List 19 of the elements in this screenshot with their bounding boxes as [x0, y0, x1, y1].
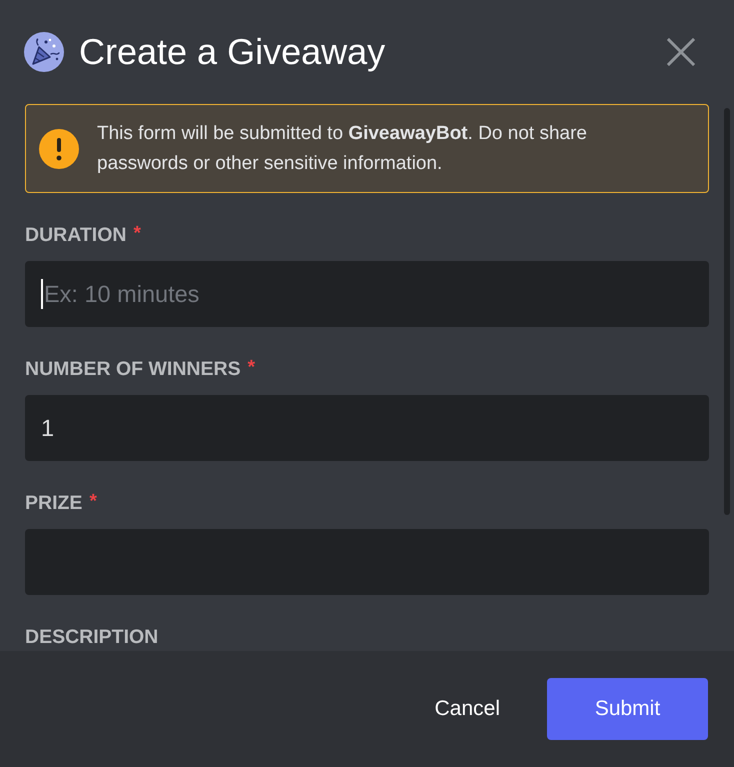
dialog-title: Create a Giveaway [79, 30, 386, 74]
text-field[interactable]: Ex: 10 minutes [25, 261, 709, 327]
field-label: DURATION [25, 224, 126, 246]
field-label: PRIZE [25, 492, 82, 514]
required-asterisk: * [133, 224, 141, 244]
cancel-button[interactable]: Cancel [410, 678, 524, 740]
party-popper-icon [24, 32, 64, 72]
close-icon [667, 38, 695, 66]
required-asterisk: * [248, 358, 255, 378]
required-asterisk: * [89, 492, 97, 512]
submit-button[interactable]: Submit [547, 678, 708, 740]
text-field[interactable]: 1 [25, 395, 709, 461]
text-field[interactable] [25, 529, 709, 595]
notice-text: This form will be submitted to GiveawayBot. Do not share passwords or other sensitive information. [97, 122, 588, 176]
field-label: DESCRIPTION [25, 626, 158, 648]
text-cursor [41, 279, 43, 309]
warning-icon [39, 128, 79, 168]
field-label: NUMBER OF WINNERS [25, 358, 241, 380]
scrollbar-thumb[interactable] [724, 108, 730, 515]
